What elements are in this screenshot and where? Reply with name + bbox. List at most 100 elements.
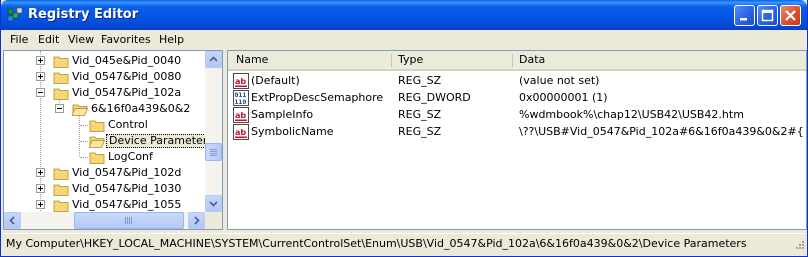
minimize-icon: [740, 18, 747, 21]
expand-icon[interactable]: [36, 200, 45, 209]
value-row[interactable]: 011 110 ExtPropDescSemaphore REG_DWORD 0…: [228, 89, 806, 106]
tree-item[interactable]: Vid_0547&Pid_0080: [4, 69, 204, 85]
resize-grip-icon[interactable]: [793, 240, 805, 252]
binary-value-icon: 011 110: [233, 90, 249, 106]
tree-connector: [80, 157, 88, 158]
folder-icon: [53, 72, 69, 84]
expand-icon[interactable]: [36, 72, 45, 81]
close-button[interactable]: [780, 5, 801, 26]
window-title: Registry Editor: [28, 7, 139, 22]
tree-item[interactable]: Vid_0547&Pid_1030: [4, 181, 204, 197]
value-row[interactable]: ab SymbolicName REG_SZ \??\USB#Vid_0547&…: [228, 123, 806, 140]
list-header: Name Type Data: [228, 51, 806, 71]
value-type: REG_SZ: [398, 74, 442, 87]
menu-bar: File Edit View Favorites Help: [1, 30, 807, 50]
minimize-button[interactable]: [734, 5, 755, 26]
svg-text:ab: ab: [235, 111, 246, 120]
tree-connector: [80, 125, 88, 126]
folder-icon: [53, 56, 69, 68]
value-name: (Default): [251, 74, 300, 87]
value-name: SymbolicName: [251, 125, 334, 138]
value-type: REG_SZ: [398, 125, 442, 138]
expand-icon[interactable]: [36, 168, 45, 177]
folder-icon: [53, 200, 69, 212]
folder-icon: [89, 120, 105, 132]
tree-item-label: LogConf: [108, 150, 153, 163]
scroll-left-button[interactable]: [4, 212, 21, 229]
value-name: ExtPropDescSemaphore: [251, 91, 384, 104]
value-type: REG_SZ: [398, 108, 442, 121]
folder-icon: [53, 168, 69, 180]
svg-text:110: 110: [235, 98, 247, 106]
title-bar[interactable]: Registry Editor: [1, 0, 807, 30]
menu-view[interactable]: View: [68, 33, 94, 46]
tree-item[interactable]: Vid_0547&Pid_1055: [4, 197, 204, 213]
arrow-right-icon: [194, 216, 200, 225]
scroll-up-button[interactable]: [205, 51, 222, 68]
folder-open-icon: [89, 136, 105, 148]
expand-icon[interactable]: [36, 56, 45, 65]
collapse-icon[interactable]: [55, 104, 64, 113]
folder-icon: [53, 184, 69, 196]
arrow-up-icon: [209, 56, 218, 62]
value-type: REG_DWORD: [398, 91, 471, 104]
value-data: %wdmbook%\chap12\USB42\USB42.htm: [519, 108, 744, 121]
key-tree-pane[interactable]: Vid_045e&Pid_0040 Vid_0547&Pid_0080 Vid_…: [3, 50, 223, 230]
string-value-icon: ab: [233, 73, 249, 89]
tree-vertical-scrollbar[interactable]: [205, 51, 222, 212]
arrow-left-icon: [9, 216, 15, 225]
menu-favorites[interactable]: Favorites: [101, 33, 151, 46]
tree-item-selected[interactable]: Device Parameters: [4, 133, 217, 149]
tree-item[interactable]: LogConf: [4, 149, 204, 165]
scroll-down-button[interactable]: [205, 195, 222, 212]
column-header-data[interactable]: Data: [513, 51, 803, 69]
arrow-down-icon: [209, 201, 218, 207]
folder-icon: [89, 152, 105, 164]
tree-item-label: Vid_0547&Pid_102d: [72, 166, 182, 179]
close-icon: [785, 10, 796, 21]
tree-item-label: Vid_0547&Pid_1030: [72, 182, 182, 195]
tree-horizontal-scrollbar[interactable]: [4, 212, 205, 229]
tree-hscroll-thumb[interactable]: [74, 212, 184, 229]
tree-item[interactable]: Control: [4, 117, 204, 133]
value-row[interactable]: ab SampleInfo REG_SZ %wdmbook%\chap12\US…: [228, 106, 806, 123]
status-path: My Computer\HKEY_LOCAL_MACHINE\SYSTEM\Cu…: [6, 237, 747, 250]
tree-item[interactable]: 6&16f0a439&0&2: [4, 101, 204, 117]
menu-help[interactable]: Help: [159, 33, 184, 46]
tree-item-label: 6&16f0a439&0&2: [91, 102, 191, 115]
scroll-right-button[interactable]: [188, 212, 205, 229]
tree-item-label: Vid_0547&Pid_0080: [72, 70, 182, 83]
status-bar: My Computer\HKEY_LOCAL_MACHINE\SYSTEM\Cu…: [3, 233, 805, 253]
value-data: \??\USB#Vid_0547&Pid_102a#6&16f0a439&0&2…: [519, 125, 804, 138]
scroll-corner: [205, 212, 222, 229]
tree-item[interactable]: Vid_045e&Pid_0040: [4, 53, 204, 69]
svg-text:ab: ab: [235, 77, 246, 86]
tree-item-label: Vid_045e&Pid_0040: [72, 54, 182, 67]
maximize-icon: [761, 9, 774, 22]
folder-icon: [53, 88, 69, 100]
tree-item-label: Vid_0547&Pid_1055: [72, 198, 182, 211]
column-header-type[interactable]: Type: [392, 51, 512, 69]
registry-icon: [7, 7, 23, 22]
tree-item-label: Vid_0547&Pid_102a: [72, 86, 182, 99]
value-data: 0x00000001 (1): [519, 91, 608, 104]
value-data: (value not set): [519, 74, 600, 87]
collapse-icon[interactable]: [36, 88, 45, 97]
folder-open-icon: [72, 104, 88, 116]
values-list-pane[interactable]: Name Type Data ab (Default) REG_SZ (valu…: [227, 50, 807, 230]
menu-file[interactable]: File: [10, 33, 28, 46]
value-row[interactable]: ab (Default) REG_SZ (value not set): [228, 72, 806, 89]
string-value-icon: ab: [233, 107, 249, 123]
value-name: SampleInfo: [251, 108, 314, 121]
expand-icon[interactable]: [36, 184, 45, 193]
tree-item[interactable]: Vid_0547&Pid_102d: [4, 165, 204, 181]
tree-item[interactable]: Vid_0547&Pid_102a: [4, 85, 204, 101]
maximize-button[interactable]: [757, 5, 778, 26]
tree-scroll-thumb[interactable]: [205, 143, 222, 161]
string-value-icon: ab: [233, 124, 249, 140]
registry-editor-window: Registry Editor File Edit View Favorites…: [0, 0, 808, 257]
tree-item-label: Device Parameters: [106, 134, 217, 148]
column-header-name[interactable]: Name: [230, 51, 390, 69]
menu-edit[interactable]: Edit: [38, 33, 59, 46]
svg-text:ab: ab: [235, 128, 246, 137]
